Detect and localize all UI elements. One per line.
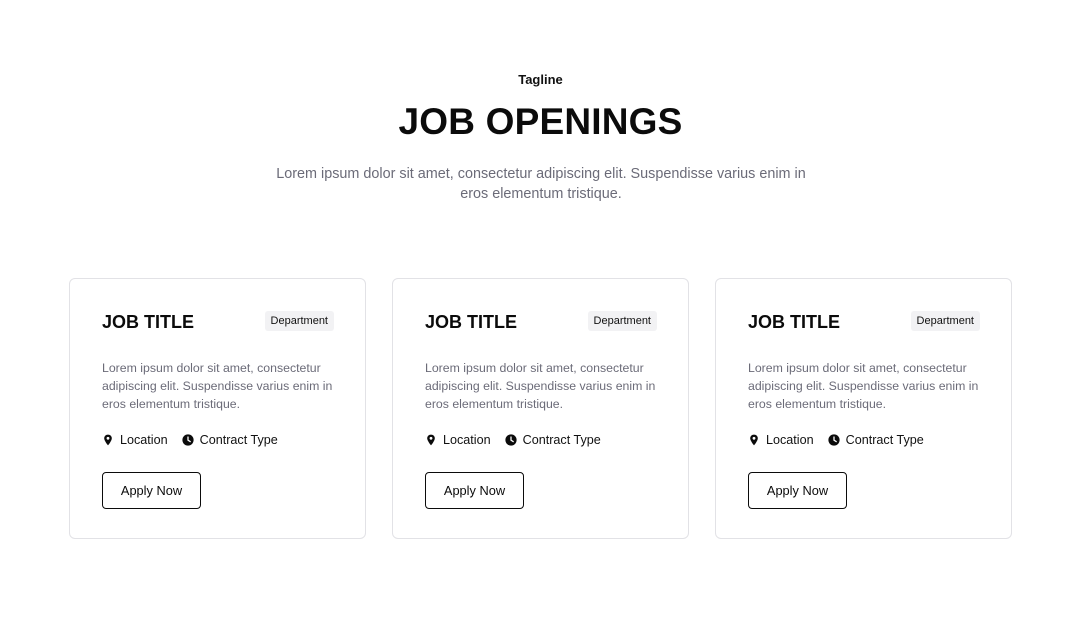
apply-now-button[interactable]: Apply Now: [425, 472, 524, 509]
job-meta: Location Contract Type: [102, 431, 278, 449]
map-pin-icon: [748, 434, 760, 446]
location-label: Location: [766, 433, 814, 447]
job-card: JOB TITLE Department Lorem ipsum dolor s…: [392, 278, 689, 539]
contract-type-label: Contract Type: [199, 433, 278, 447]
location-label: Location: [443, 433, 491, 447]
department-badge: Department: [587, 311, 657, 331]
contract-info: Contract Type: [182, 433, 278, 447]
tagline: Tagline: [518, 72, 563, 87]
job-meta: Location Contract Type: [425, 431, 601, 449]
job-meta: Location Contract Type: [748, 431, 924, 449]
apply-now-button[interactable]: Apply Now: [102, 472, 201, 509]
job-description: Lorem ipsum dolor sit amet, consectetur …: [102, 361, 333, 411]
location-info: Location: [102, 433, 168, 447]
job-cards-list: JOB TITLE Department Lorem ipsum dolor s…: [69, 278, 1015, 541]
job-description: Lorem ipsum dolor sit amet, consectetur …: [425, 361, 656, 411]
contract-type-label: Contract Type: [522, 433, 601, 447]
department-badge: Department: [264, 311, 334, 331]
intro-description: Lorem ipsum dolor sit amet, consectetur …: [276, 166, 806, 202]
job-description: Lorem ipsum dolor sit amet, consectetur …: [748, 361, 979, 411]
job-card: JOB TITLE Department Lorem ipsum dolor s…: [715, 278, 1012, 539]
job-title: JOB TITLE: [748, 312, 841, 332]
clock-icon: [182, 434, 194, 446]
apply-now-button[interactable]: Apply Now: [748, 472, 847, 509]
contract-info: Contract Type: [505, 433, 601, 447]
department-badge: Department: [910, 311, 980, 331]
clock-icon: [505, 434, 517, 446]
map-pin-icon: [425, 434, 437, 446]
location-info: Location: [748, 433, 814, 447]
job-title: JOB TITLE: [425, 312, 518, 332]
page-title: JOB OPENINGS: [398, 101, 683, 142]
contract-info: Contract Type: [828, 433, 924, 447]
job-title: JOB TITLE: [102, 312, 195, 332]
job-card: JOB TITLE Department Lorem ipsum dolor s…: [69, 278, 366, 539]
location-label: Location: [120, 433, 168, 447]
contract-type-label: Contract Type: [845, 433, 924, 447]
map-pin-icon: [102, 434, 114, 446]
location-info: Location: [425, 433, 491, 447]
clock-icon: [828, 434, 840, 446]
